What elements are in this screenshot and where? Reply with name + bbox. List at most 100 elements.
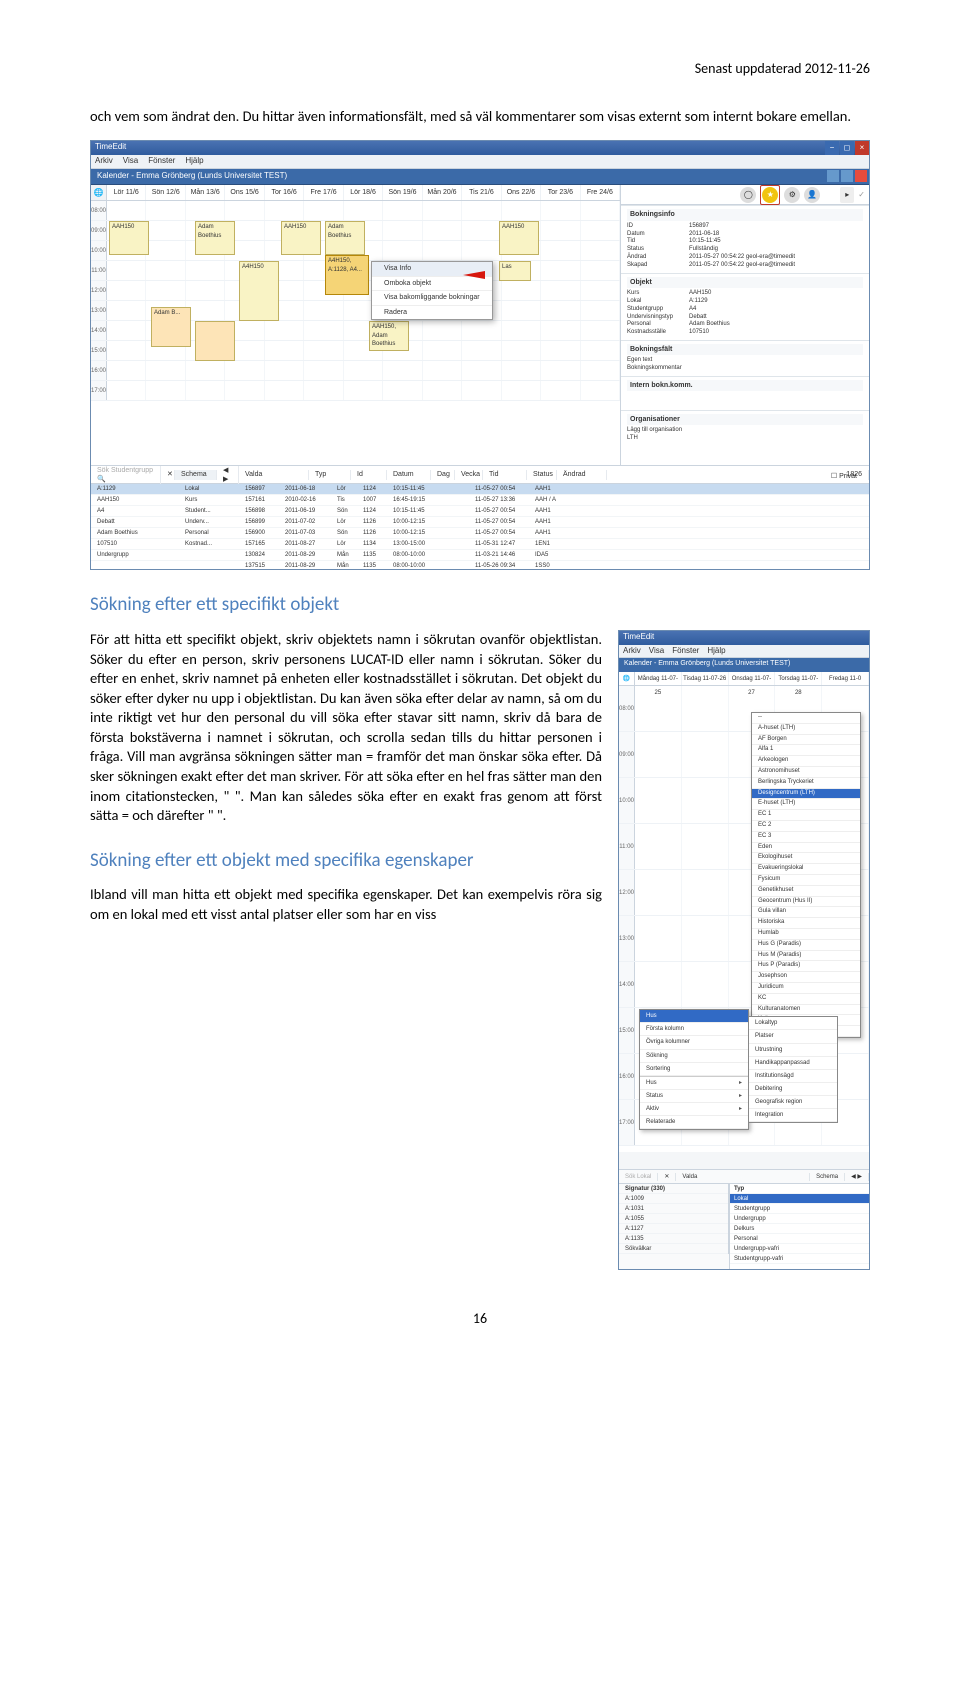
clear-icon[interactable]: ✕ xyxy=(658,1173,676,1181)
org-add-label[interactable]: Lägg till organisation xyxy=(627,427,689,435)
dropdown-item[interactable]: Historiska xyxy=(752,918,860,929)
dropdown-item[interactable]: EC 2 xyxy=(752,821,860,832)
tab-valda[interactable]: Valda xyxy=(239,470,309,479)
type-list-item[interactable]: Delkurs xyxy=(730,1224,869,1234)
list-item[interactable]: A:1135 xyxy=(619,1234,650,1243)
calendar-event[interactable]: AAH150 xyxy=(281,221,321,255)
dropdown-item[interactable]: Fysicum xyxy=(752,875,860,886)
dropdown-item[interactable]: E-huset (LTH) xyxy=(752,799,860,810)
dropdown-item[interactable]: Berlingska Tryckeriet xyxy=(752,778,860,789)
tab-valda[interactable]: Valda xyxy=(676,1173,810,1181)
ctx-item[interactable]: Första kolumn xyxy=(640,1023,748,1036)
dropdown-item[interactable]: KC xyxy=(752,994,860,1005)
menu-item[interactable]: Hjälp xyxy=(185,156,203,167)
list-item[interactable]: A:1009 xyxy=(619,1194,650,1203)
table-row[interactable]: DebattUnderv...1568992011-07-02Lör112610… xyxy=(91,517,869,528)
child-close[interactable] xyxy=(855,170,867,182)
minimize-btn[interactable]: − xyxy=(825,141,839,155)
dropdown-item[interactable]: EC 3 xyxy=(752,832,860,843)
table-row[interactable]: 1375152011-08-29Mån113508:00-10:0011-05-… xyxy=(91,561,869,570)
list-item[interactable]: A:1127 xyxy=(619,1224,650,1233)
menu-item[interactable]: Hjälp xyxy=(707,646,725,656)
ctx-sub-item[interactable]: Utrustning xyxy=(749,1044,837,1057)
ctx-item[interactable]: Sortering xyxy=(640,1063,748,1076)
menu-item[interactable]: Visa xyxy=(649,646,664,656)
dropdown-item[interactable]: Arkeologen xyxy=(752,756,860,767)
type-list-item[interactable]: Personal xyxy=(730,1234,869,1244)
dropdown-item[interactable]: Ekologihuset xyxy=(752,853,860,864)
dropdown-item[interactable]: Juridicum xyxy=(752,983,860,994)
dropdown-item[interactable]: Geocentrum (Hus II) xyxy=(752,897,860,908)
ctx-item[interactable]: Status xyxy=(646,1093,663,1099)
gear-icon[interactable]: ⚙ xyxy=(784,187,800,203)
list-item[interactable]: A:1055 xyxy=(619,1214,650,1223)
dropdown-item[interactable]: AF Borgen xyxy=(752,735,860,746)
dropdown-item[interactable]: Gula villan xyxy=(752,907,860,918)
ctx-item[interactable]: Relaterade xyxy=(640,1116,748,1129)
close-btn[interactable]: × xyxy=(855,141,869,155)
calendar-event[interactable]: Las xyxy=(499,261,531,281)
ctx-item[interactable]: Sökning xyxy=(640,1050,748,1063)
ctx-sub-item[interactable]: Platser xyxy=(749,1030,837,1043)
calendar-event[interactable]: AAH150, Adam Boethius xyxy=(369,321,409,351)
ctx-item[interactable]: Hus xyxy=(646,1080,657,1086)
dropdown-item[interactable]: Genetikhuset xyxy=(752,886,860,897)
dropdown-item[interactable]: Hus G (Paradis) xyxy=(752,940,860,951)
search-input[interactable]: Sök Lokal xyxy=(619,1173,658,1181)
type-list-item[interactable]: Studentgrupp xyxy=(730,1204,869,1214)
dropdown-item[interactable]: Evakueringslokal xyxy=(752,864,860,875)
ctx-item[interactable]: Övriga kolumner xyxy=(640,1036,748,1049)
dropdown-item[interactable]: Eden xyxy=(752,843,860,854)
star-icon[interactable]: ★ xyxy=(762,187,778,203)
list-item[interactable]: A:1031 xyxy=(619,1204,650,1213)
dropdown-item[interactable]: Astronomihuset xyxy=(752,767,860,778)
dropdown-item[interactable]: Humlab xyxy=(752,929,860,940)
table-row[interactable]: Adam BoethiusPersonal1569002011-07-03Sön… xyxy=(91,528,869,539)
dropdown-item[interactable]: Alfa 1 xyxy=(752,745,860,756)
ctx-sub-item[interactable]: Lokaltyp xyxy=(749,1017,837,1030)
table-row[interactable]: A:1129Lokal1568972011-06-18Lör112410:15-… xyxy=(91,484,869,495)
table-row[interactable]: Undergrupp1308242011-08-29Mån113508:00-1… xyxy=(91,550,869,561)
ctx-sub-item[interactable]: Geografisk region xyxy=(749,1096,837,1109)
type-list-item[interactable]: Undergrupp xyxy=(730,1214,869,1224)
child-minimize[interactable] xyxy=(827,170,839,182)
dropdown-item[interactable]: Hus P (Paradis) xyxy=(752,961,860,972)
table-row[interactable]: AAH150Kurs1571612010-02-16Tis100716:45-1… xyxy=(91,495,869,506)
type-list-item[interactable]: Studentgrupp-vafri xyxy=(730,1254,869,1264)
dropdown-item[interactable]: -- xyxy=(752,713,860,724)
menu-item[interactable]: Visa xyxy=(123,156,138,167)
collapse-icon[interactable]: ▸ xyxy=(840,187,854,203)
calendar-event[interactable]: A4H150 xyxy=(239,261,279,321)
calendar-event-selected[interactable]: A4H150, A:1128, A4... xyxy=(325,255,369,295)
dropdown-item[interactable]: A-huset (LTH) xyxy=(752,724,860,735)
list-item[interactable]: Sökvälkar xyxy=(619,1244,657,1253)
user-icon[interactable]: 👤 xyxy=(804,187,820,203)
maximize-btn[interactable]: ◻ xyxy=(840,141,854,155)
calendar-event[interactable] xyxy=(195,321,235,361)
ctx-sub-item[interactable]: Integration xyxy=(749,1109,837,1122)
dropdown-item[interactable]: Designcentrum (LTH) xyxy=(752,789,860,800)
dropdown-item[interactable]: Josephson xyxy=(752,972,860,983)
clear-icon[interactable]: ✕ xyxy=(161,470,175,479)
ctx-sub-item[interactable]: Debitering xyxy=(749,1083,837,1096)
calendar-event[interactable]: Adam Boethius xyxy=(195,221,235,255)
calendar-event[interactable]: Adam Boethius xyxy=(325,221,365,255)
globe-icon[interactable]: 🌐 xyxy=(91,185,107,200)
nav-prev[interactable]: ◀ ▶ xyxy=(217,466,239,485)
dropdown-item[interactable]: Hus M (Paradis) xyxy=(752,951,860,962)
refresh-icon[interactable]: ◯ xyxy=(740,187,756,203)
dropdown-item[interactable]: Kulturanatomen xyxy=(752,1005,860,1016)
table-row[interactable]: A4Student...1568982011-06-19Sön112410:15… xyxy=(91,506,869,517)
ctx-item[interactable]: Visa bakomliggande bokningar xyxy=(372,291,492,305)
ctx-sub-item[interactable]: Handikappanpassad xyxy=(749,1057,837,1070)
ctx-item[interactable]: Radera xyxy=(372,306,492,319)
ctx-item[interactable]: Aktiv xyxy=(646,1106,659,1112)
type-list-item[interactable]: Lokal xyxy=(730,1194,869,1204)
type-list-item[interactable]: Undergrupp-vafri xyxy=(730,1244,869,1254)
menu-item[interactable]: Arkiv xyxy=(95,156,113,167)
calendar-event[interactable]: AAH150 xyxy=(109,221,149,255)
table-row[interactable]: 107510Kostnad...1571652011-08-27Lör11341… xyxy=(91,539,869,550)
calendar-body[interactable]: 08:0009:0010:0011:0012:0013:0014:0015:00… xyxy=(91,201,620,461)
dropdown-item[interactable]: EC 1 xyxy=(752,810,860,821)
menu-item[interactable]: Fönster xyxy=(148,156,175,167)
